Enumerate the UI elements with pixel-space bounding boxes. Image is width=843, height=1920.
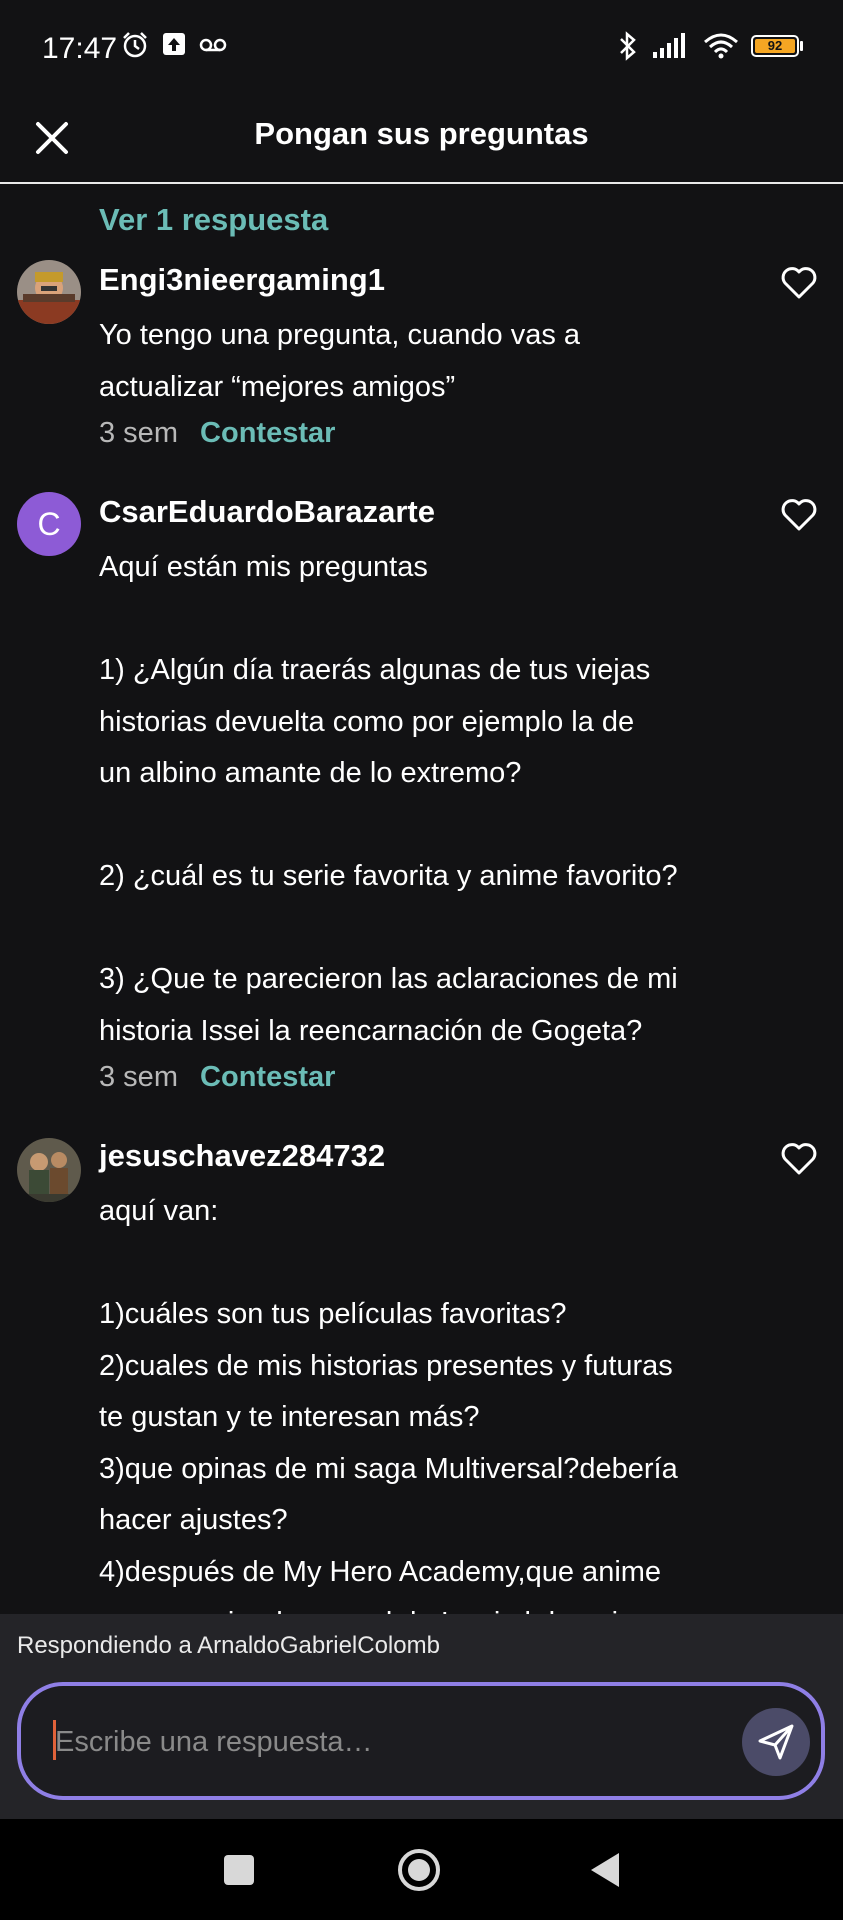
voicemail-icon bbox=[199, 38, 227, 52]
status-right-icons: 92 bbox=[617, 30, 803, 62]
comment-time: 3 sem bbox=[99, 417, 178, 449]
back-triangle-icon bbox=[591, 1853, 619, 1887]
reply-input[interactable] bbox=[53, 1686, 737, 1798]
recents-button[interactable] bbox=[216, 1847, 262, 1893]
like-button[interactable] bbox=[780, 496, 818, 534]
comment-time: 3 sem bbox=[99, 1061, 178, 1093]
page-title: Pongan sus preguntas bbox=[254, 116, 589, 151]
system-nav-bar bbox=[0, 1819, 843, 1920]
avatar-image bbox=[17, 1138, 81, 1202]
like-button[interactable] bbox=[780, 264, 818, 302]
battery-icon: 92 bbox=[751, 35, 803, 57]
reply-button[interactable]: Contestar bbox=[200, 417, 335, 449]
home-circle-icon bbox=[398, 1849, 440, 1891]
alarm-icon bbox=[123, 32, 147, 58]
reply-composer: Respondiendo a ArnaldoGabrielColomb bbox=[0, 1614, 843, 1819]
send-button[interactable] bbox=[742, 1708, 810, 1776]
status-time: 17:47 bbox=[42, 32, 118, 65]
heart-icon bbox=[781, 499, 817, 531]
signal-icon bbox=[653, 33, 685, 58]
like-button[interactable] bbox=[780, 1140, 818, 1178]
avatar[interactable] bbox=[17, 1138, 81, 1202]
status-bar: 17:47 92 bbox=[0, 0, 843, 100]
header-bar: Pongan sus preguntas bbox=[0, 100, 843, 184]
comment-meta: 3 sem Contestar bbox=[99, 1061, 335, 1094]
back-button[interactable] bbox=[583, 1847, 629, 1893]
square-icon bbox=[224, 1855, 254, 1885]
home-button[interactable] bbox=[396, 1847, 442, 1893]
comment-meta: 3 sem Contestar bbox=[99, 417, 335, 450]
send-icon bbox=[758, 1724, 794, 1760]
replying-to-label: Respondiendo a ArnaldoGabrielColomb bbox=[17, 1632, 440, 1659]
avatar-image bbox=[17, 260, 81, 324]
comment-author[interactable]: CsarEduardoBarazarte bbox=[99, 494, 435, 530]
reply-input-container[interactable] bbox=[17, 1682, 825, 1800]
bluetooth-icon bbox=[620, 31, 636, 61]
see-replies-link[interactable]: Ver 1 respuesta bbox=[99, 202, 328, 238]
status-left-icons bbox=[120, 30, 228, 60]
wifi-icon bbox=[704, 33, 738, 59]
heart-icon bbox=[781, 1143, 817, 1175]
avatar[interactable] bbox=[17, 260, 81, 324]
comments-list[interactable]: Ver 1 respuesta Engi3nieergaming1 Yo ten… bbox=[0, 186, 843, 1614]
comment-text: aquí van: 1)cuáles son tus películas fav… bbox=[99, 1195, 678, 1614]
battery-level: 92 bbox=[767, 38, 783, 53]
comment-author[interactable]: Engi3nieergaming1 bbox=[99, 262, 385, 298]
comment-author[interactable]: jesuschavez284732 bbox=[99, 1138, 385, 1174]
comment-text: Yo tengo una pregunta, cuando vas a actu… bbox=[99, 319, 581, 403]
comment-text: Aquí están mis preguntas 1) ¿Algún día t… bbox=[99, 551, 678, 1047]
reply-button[interactable]: Contestar bbox=[200, 1061, 335, 1093]
avatar[interactable]: C bbox=[17, 492, 81, 556]
upload-icon bbox=[163, 33, 185, 55]
heart-icon bbox=[781, 267, 817, 299]
